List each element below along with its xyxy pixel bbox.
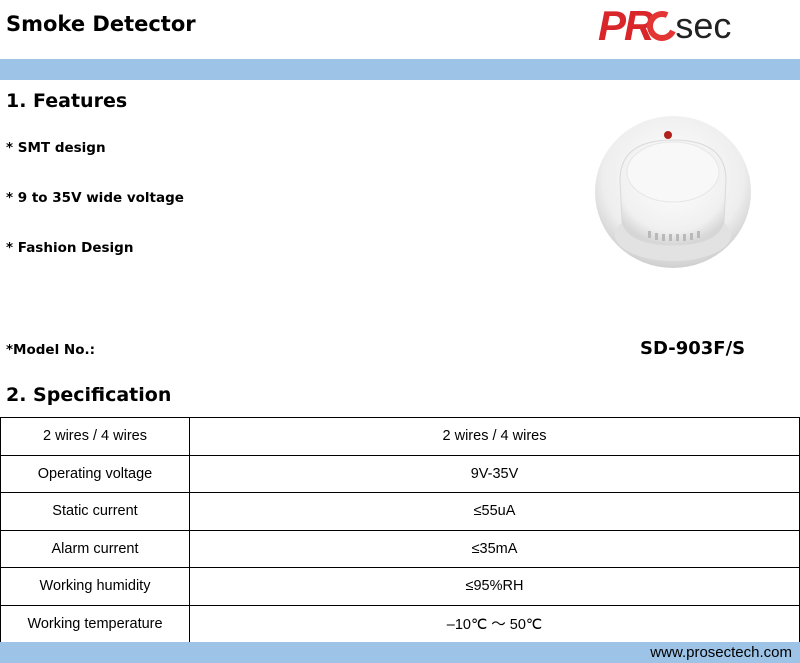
- spec-value: 2 wires / 4 wires: [189, 417, 800, 456]
- page-title: Smoke Detector: [6, 12, 196, 36]
- feature-item: * 9 to 35V wide voltage: [6, 190, 184, 206]
- table-row: Working temperature –10℃ ～ 50℃: [0, 604, 800, 643]
- table-row: Operating voltage 9V-35V: [0, 454, 800, 493]
- logo-sec-text: sec: [675, 5, 732, 46]
- led-indicator: [664, 131, 672, 139]
- features-heading: 1. Features: [6, 90, 128, 112]
- header-band: [0, 59, 800, 80]
- spec-label: Working temperature: [0, 604, 190, 643]
- spec-label: 2 wires / 4 wires: [0, 417, 190, 456]
- specification-heading: 2. Specification: [6, 384, 172, 406]
- spec-value: –10℃ ～ 50℃: [189, 604, 800, 643]
- spec-value: 9V-35V: [189, 454, 800, 493]
- table-row: Static current ≤55uA: [0, 492, 800, 531]
- table-row: Working humidity ≤95%RH: [0, 567, 800, 606]
- model-value: SD-903F/S: [640, 338, 746, 359]
- prosec-logo: PR sec: [598, 2, 798, 50]
- table-row: 2 wires / 4 wires 2 wires / 4 wires: [0, 417, 800, 456]
- smoke-detector-image: [595, 116, 751, 268]
- spec-value: ≤95%RH: [189, 567, 800, 606]
- spec-value: ≤55uA: [189, 492, 800, 531]
- spec-label: Working humidity: [0, 567, 190, 606]
- spec-value: ≤35mA: [189, 529, 800, 568]
- spec-label: Alarm current: [0, 529, 190, 568]
- specification-table: 2 wires / 4 wires 2 wires / 4 wires Oper…: [0, 417, 800, 643]
- feature-item: * Fashion Design: [6, 240, 134, 256]
- footer-url[interactable]: www.prosectech.com: [650, 642, 792, 663]
- logo-pro-text: PR: [598, 2, 654, 49]
- model-label: *Model No.:: [6, 342, 96, 358]
- table-row: Alarm current ≤35mA: [0, 529, 800, 568]
- spec-label: Static current: [0, 492, 190, 531]
- feature-item: * SMT design: [6, 140, 106, 156]
- spec-label: Operating voltage: [0, 454, 190, 493]
